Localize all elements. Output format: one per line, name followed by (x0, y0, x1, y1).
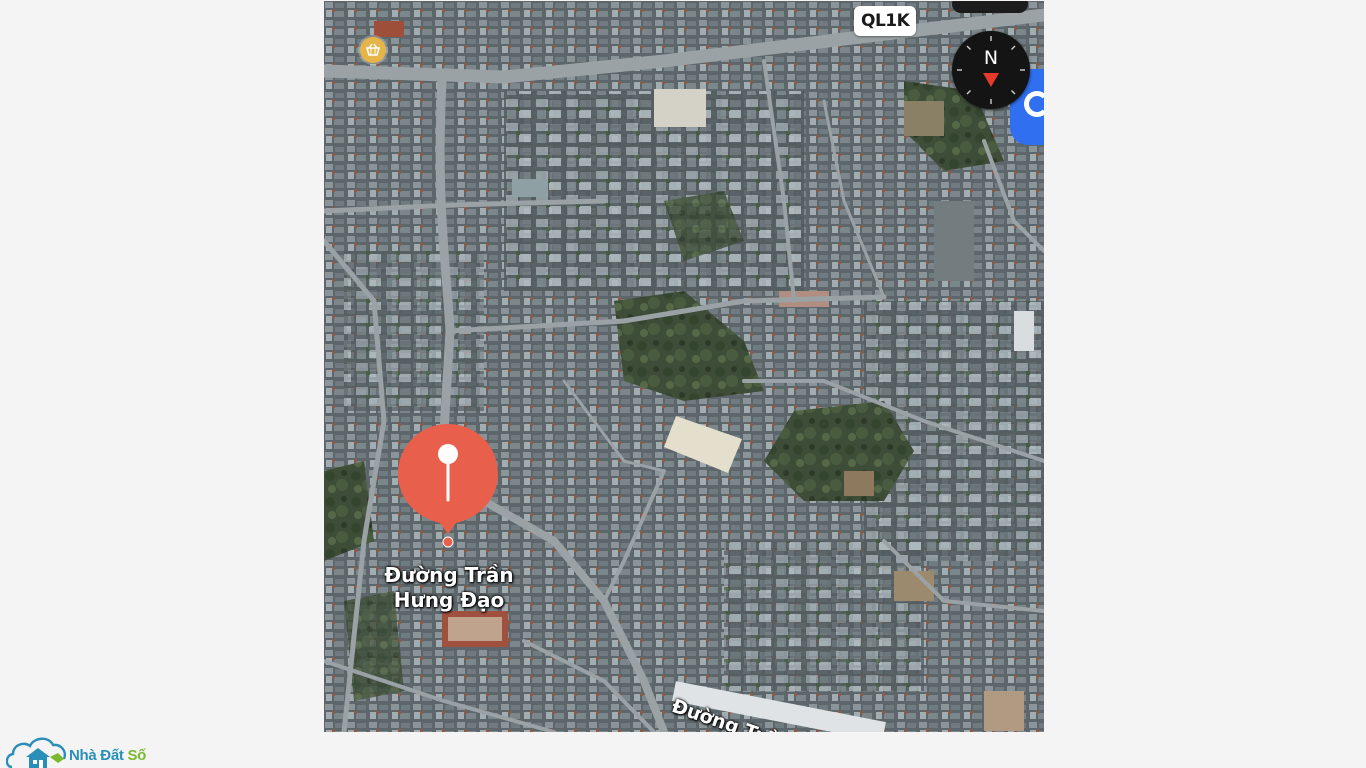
logo-text-accent: Số (127, 747, 147, 764)
pin-label-line-2: Hưng Đạo (393, 588, 505, 612)
road-badge: QL1K (854, 6, 917, 36)
compass-button[interactable]: N (952, 31, 1030, 109)
basket-icon[interactable] (360, 37, 386, 63)
logo-text-main: Nhà Đất (69, 747, 128, 764)
map-pin[interactable] (396, 422, 500, 550)
pin-label: Đường Trần Hưng Đạo (364, 563, 534, 613)
site-logo[interactable]: Nhà Đất Số (6, 733, 146, 768)
compass-ticks (957, 36, 1025, 104)
pin-label-line-1: Đường Trần (384, 563, 514, 587)
status-pill (952, 1, 1028, 13)
house-cloud-icon (6, 737, 66, 768)
satellite-map[interactable]: QL1K N Đường Trần Hưng Đạo (324, 1, 1044, 732)
logo-text: Nhà Đất Số (69, 747, 146, 764)
page: QL1K N Đường Trần Hưng Đạo Nhà Đất Số (0, 0, 1366, 768)
compass-needle-icon (983, 73, 999, 87)
compass-north-label: N (983, 47, 999, 69)
pin-icon (398, 424, 498, 548)
satellite-imagery (324, 1, 1044, 732)
